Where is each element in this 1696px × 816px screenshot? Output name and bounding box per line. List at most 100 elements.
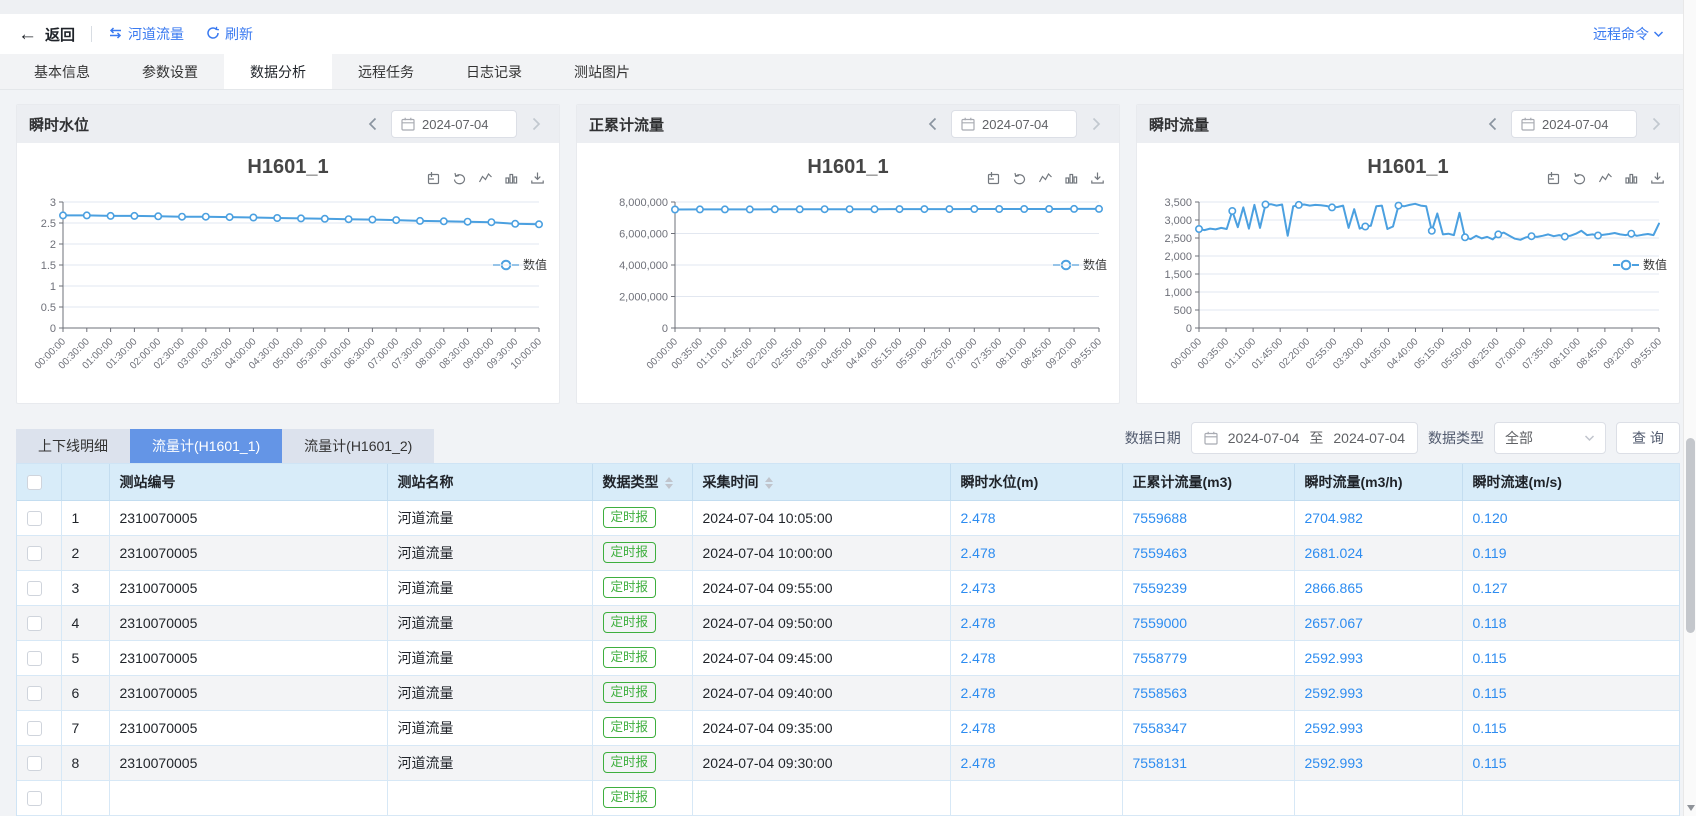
water-level-value[interactable]: 2.478 (950, 535, 1122, 570)
date-picker[interactable]: 2024-07-04 (951, 110, 1077, 138)
cumulative-flow-value[interactable]: 7558131 (1122, 745, 1294, 780)
next-day-button[interactable] (1085, 110, 1107, 138)
prev-day-button[interactable] (361, 110, 383, 138)
tab-3[interactable]: 远程任务 (332, 54, 440, 89)
flow-speed-value[interactable]: 0.118 (1462, 605, 1679, 640)
row-checkbox[interactable] (27, 721, 42, 736)
bar-chart-icon[interactable] (1064, 171, 1079, 188)
tab-4[interactable]: 日志记录 (440, 54, 548, 89)
date-range-picker[interactable]: 2024-07-04 至 2024-07-04 (1191, 422, 1418, 454)
prev-day-button[interactable] (1481, 110, 1503, 138)
table-tab-2[interactable]: 流量计(H1601_2) (282, 429, 434, 463)
next-day-button[interactable] (1645, 110, 1667, 138)
restore-icon[interactable] (1012, 171, 1027, 188)
row-checkbox[interactable] (27, 616, 42, 631)
line-chart-icon[interactable] (478, 171, 493, 188)
top-tabbar: 基本信息参数设置数据分析远程任务日志记录测站图片 (0, 54, 1696, 90)
flow-speed-value[interactable]: 0.127 (1462, 570, 1679, 605)
cumulative-flow-value[interactable]: 7559000 (1122, 605, 1294, 640)
instant-flow-value[interactable]: 2592.993 (1294, 745, 1462, 780)
entity-link[interactable]: 河道流量 (108, 24, 184, 44)
tab-1[interactable]: 参数设置 (116, 54, 224, 89)
water-level-value[interactable]: 2.478 (950, 640, 1122, 675)
zoom-icon[interactable] (986, 171, 1001, 188)
cumulative-flow-value[interactable]: 7559239 (1122, 570, 1294, 605)
instant-flow-value[interactable]: 2681.024 (1294, 535, 1462, 570)
cumulative-flow-value[interactable]: 7558563 (1122, 675, 1294, 710)
scrollbar-down-arrow-icon[interactable] (1687, 805, 1695, 811)
download-icon[interactable] (530, 171, 545, 188)
line-chart-icon[interactable] (1598, 171, 1613, 188)
header-station-no: 测站编号 (109, 464, 387, 500)
instant-flow-value[interactable]: 2866.865 (1294, 570, 1462, 605)
bar-chart-icon[interactable] (1624, 171, 1639, 188)
date-picker[interactable]: 2024-07-04 (391, 110, 517, 138)
page-scrollbar[interactable] (1683, 0, 1696, 816)
cumulative-flow-value[interactable]: 7558779 (1122, 640, 1294, 675)
row-checkbox[interactable] (27, 511, 42, 526)
instant-flow-value[interactable] (1294, 780, 1462, 815)
flow-speed-value[interactable]: 0.115 (1462, 675, 1679, 710)
next-day-button[interactable] (525, 110, 547, 138)
flow-speed-value[interactable]: 0.115 (1462, 745, 1679, 780)
instant-flow-value[interactable]: 2657.067 (1294, 605, 1462, 640)
sort-icon[interactable] (765, 477, 773, 489)
cumulative-flow-value[interactable] (1122, 780, 1294, 815)
zoom-icon[interactable] (426, 171, 441, 188)
row-checkbox[interactable] (27, 756, 42, 771)
restore-icon[interactable] (1572, 171, 1587, 188)
flow-speed-value[interactable]: 0.120 (1462, 500, 1679, 535)
table-row: 22310070005河道流量定时报2024-07-04 10:00:002.4… (17, 535, 1679, 570)
row-checkbox[interactable] (27, 651, 42, 666)
line-chart-icon[interactable] (1038, 171, 1053, 188)
query-button[interactable]: 查 询 (1616, 422, 1680, 454)
row-checkbox[interactable] (27, 581, 42, 596)
flow-speed-value[interactable]: 0.115 (1462, 710, 1679, 745)
tab-0[interactable]: 基本信息 (8, 54, 116, 89)
zoom-icon[interactable] (1546, 171, 1561, 188)
cumulative-flow-value[interactable]: 7559463 (1122, 535, 1294, 570)
scrollbar-thumb[interactable] (1686, 438, 1695, 633)
sort-icon[interactable] (665, 477, 673, 489)
bar-chart-icon[interactable] (504, 171, 519, 188)
row-checkbox[interactable] (27, 546, 42, 561)
header-collect-time[interactable]: 采集时间 (692, 464, 950, 500)
tab-2[interactable]: 数据分析 (224, 54, 332, 89)
water-level-value[interactable]: 2.478 (950, 745, 1122, 780)
restore-icon[interactable] (452, 171, 467, 188)
svg-text:2,000: 2,000 (1164, 251, 1192, 263)
cumulative-flow-value[interactable]: 7558347 (1122, 710, 1294, 745)
cumulative-flow-value[interactable]: 7559688 (1122, 500, 1294, 535)
instant-flow-value[interactable]: 2704.982 (1294, 500, 1462, 535)
refresh-button[interactable]: 刷新 (206, 24, 253, 44)
download-icon[interactable] (1650, 171, 1665, 188)
panel-cumulative-flow-body: H1601_1 数值 02,000,0004,000,0006,000,0008… (577, 156, 1119, 404)
select-all-checkbox[interactable] (27, 475, 42, 490)
instant-flow-value[interactable]: 2592.993 (1294, 675, 1462, 710)
prev-day-button[interactable] (921, 110, 943, 138)
table-tab-0[interactable]: 上下线明细 (16, 429, 130, 463)
instant-flow-value[interactable]: 2592.993 (1294, 710, 1462, 745)
entity-link-label: 河道流量 (128, 24, 184, 44)
row-checkbox[interactable] (27, 686, 42, 701)
water-level-value[interactable]: 2.478 (950, 500, 1122, 535)
date-picker[interactable]: 2024-07-04 (1511, 110, 1637, 138)
header-data-type[interactable]: 数据类型 (592, 464, 692, 500)
water-level-value[interactable]: 2.478 (950, 675, 1122, 710)
flow-speed-value[interactable]: 0.115 (1462, 640, 1679, 675)
data-type-select[interactable]: 全部 (1494, 422, 1606, 454)
row-checkbox[interactable] (27, 791, 42, 806)
download-icon[interactable] (1090, 171, 1105, 188)
flow-speed-value[interactable]: 0.119 (1462, 535, 1679, 570)
flow-speed-value[interactable] (1462, 780, 1679, 815)
instant-flow-value[interactable]: 2592.993 (1294, 640, 1462, 675)
water-level-value[interactable]: 2.478 (950, 605, 1122, 640)
collect-time-cell: 2024-07-04 09:55:00 (692, 570, 950, 605)
water-level-value[interactable]: 2.478 (950, 710, 1122, 745)
table-tab-1[interactable]: 流量计(H1601_1) (130, 429, 282, 463)
tab-5[interactable]: 测站图片 (548, 54, 656, 89)
water-level-value[interactable]: 2.473 (950, 570, 1122, 605)
remote-command-dropdown[interactable]: 远程命令 (1593, 24, 1678, 44)
back-button[interactable]: ← 返回 (18, 24, 75, 45)
water-level-value[interactable] (950, 780, 1122, 815)
